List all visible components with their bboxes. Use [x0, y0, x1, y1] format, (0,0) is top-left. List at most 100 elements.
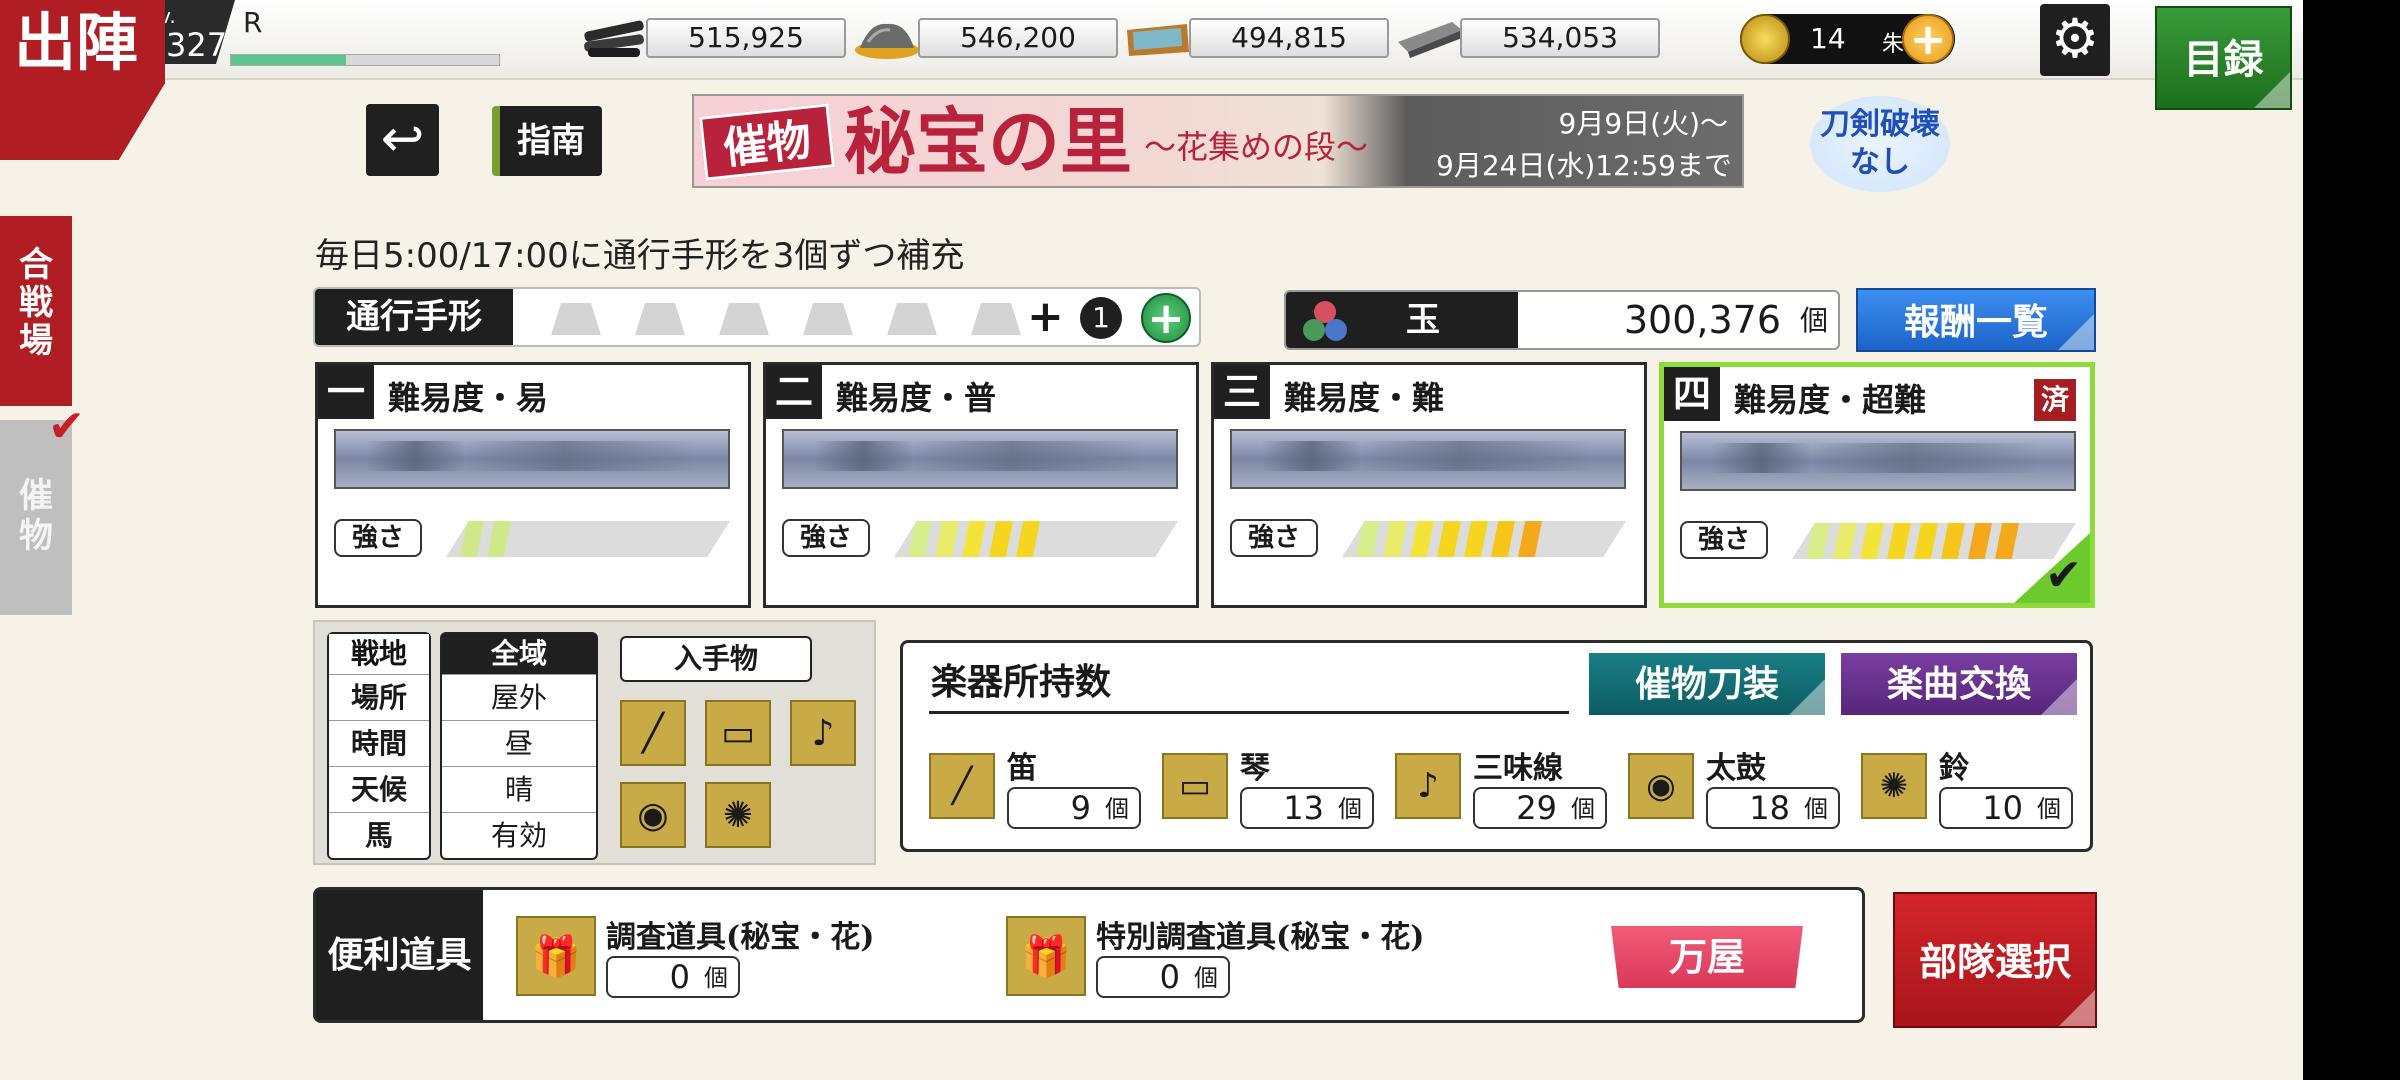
count-unit: 個 — [2037, 795, 2061, 823]
strength-segment — [908, 521, 932, 557]
count-unit: 個 — [1571, 795, 1595, 823]
difficulty-number: 一 — [318, 365, 374, 419]
strength-segment — [1464, 521, 1488, 557]
count-unit: 個 — [1804, 795, 1828, 823]
pass-bar: 通行手形 + 1 + — [313, 287, 1201, 347]
gem-unit: 個 — [1800, 304, 1829, 337]
difficulty-title: 難易度・難 — [1284, 379, 1445, 417]
plus-icon: + — [1027, 291, 1064, 342]
gem-label-box: 玉 — [1286, 292, 1518, 348]
field-label: 場所 — [329, 674, 429, 720]
no-sword-break-label: 刀剣破壊なし — [1820, 107, 1940, 180]
tab-event-label: 催物 — [19, 476, 53, 556]
resource-value: 546,200 — [918, 18, 1118, 58]
corner-decoration — [1789, 679, 1825, 715]
resource-value: 534,053 — [1460, 18, 1660, 58]
field-value: 有効 — [442, 812, 596, 858]
song-exchange-button[interactable]: 楽曲交換 — [1841, 653, 2077, 715]
catalog-button[interactable]: 目録 — [2155, 6, 2292, 110]
back-button[interactable]: ↩ — [366, 104, 439, 176]
strength-bar — [1342, 521, 1626, 557]
settings-gear-icon[interactable]: ⚙ — [2040, 4, 2110, 76]
guide-button[interactable]: 指南 — [492, 106, 602, 176]
difficulty-number: 三 — [1214, 365, 1270, 419]
squad-select-button[interactable]: 部隊選択 — [1893, 892, 2097, 1028]
strength-label: 強さ — [782, 519, 870, 557]
event-subtitle: 〜花集めの段〜 — [1144, 128, 1369, 166]
difficulty-title: 難易度・普 — [836, 379, 997, 417]
level-value: 327 — [166, 26, 228, 64]
difficulty-number: 二 — [766, 365, 822, 419]
shamisen-icon[interactable]: ♪ — [790, 700, 856, 766]
charcoal-icon — [584, 20, 644, 57]
event-tag: 催物 — [699, 103, 835, 181]
field-value: 晴 — [442, 766, 596, 812]
resource-value: 515,925 — [646, 18, 846, 58]
reward-list-button[interactable]: 報酬一覧 — [1856, 288, 2096, 352]
strength-segment — [1437, 521, 1461, 557]
event-date-start: 9月9日(火)〜 — [1558, 107, 1728, 140]
strength-segment — [1860, 523, 1884, 559]
taiko-icon[interactable]: ◉ — [620, 782, 686, 848]
strength-segment — [935, 521, 959, 557]
pass-slot-icon — [551, 303, 601, 335]
instrument-name: 琴 — [1240, 751, 1270, 786]
count-value: 0 — [669, 958, 690, 996]
tool-count: 0個 — [606, 956, 740, 998]
strength-segment — [1491, 521, 1515, 557]
shop-button[interactable]: 万屋 — [1611, 926, 1803, 988]
difficulty-card-hard[interactable]: 三 難易度・難 強さ — [1211, 362, 1647, 608]
resource-value: 494,815 — [1189, 18, 1389, 58]
bell-icon[interactable]: ✺ — [705, 782, 771, 848]
field-label: 馬 — [329, 812, 429, 858]
instrument-name: 笛 — [1007, 751, 1037, 786]
instrument-taiko: ◉ 太鼓 18 個 — [1628, 743, 1860, 833]
instrument-name: 三味線 — [1473, 751, 1563, 786]
pass-slot-icon — [803, 303, 853, 335]
flute-icon[interactable]: ╱ — [620, 700, 686, 766]
instrument-koto: ▭ 琴 13 個 — [1162, 743, 1394, 833]
corner-decoration — [2058, 314, 2094, 350]
difficulty-card-easy[interactable]: 一 難易度・易 強さ — [315, 362, 751, 608]
event-title: 秘宝の里 — [844, 99, 1133, 184]
difficulty-card-normal[interactable]: 二 難易度・普 強さ — [763, 362, 1199, 608]
event-equipment-button[interactable]: 催物刀装 — [1589, 653, 1825, 715]
landscape-image — [782, 429, 1178, 489]
difficulty-card-extreme[interactable]: 四 難易度・超難 済 強さ ✔ — [1659, 362, 2095, 608]
sortie-title: 出陣 — [0, 0, 165, 160]
strength-segment — [1995, 523, 2019, 559]
strength-segment — [1016, 521, 1040, 557]
strength-bar — [1792, 523, 2076, 559]
landscape-image — [334, 429, 730, 489]
obtainable-items-label: 入手物 — [620, 636, 812, 682]
strength-segment — [1941, 523, 1965, 559]
instrument-count: 9個 — [1007, 787, 1141, 829]
field-values: 全域 屋外 昼 晴 有効 — [440, 632, 598, 860]
tool-name: 調査道具(秘宝・花) — [606, 920, 875, 955]
gem-value: 300,376 — [1623, 298, 1781, 342]
event-equipment-label: 催物刀装 — [1634, 663, 1779, 705]
tools-label: 便利道具 — [316, 890, 483, 1020]
strength-segment — [460, 521, 484, 557]
add-pass-button[interactable]: + — [1141, 293, 1191, 343]
koto-icon: ▭ — [1162, 753, 1228, 819]
tab-battlefield[interactable]: 合戦場 — [0, 216, 72, 406]
koto-icon[interactable]: ▭ — [705, 700, 771, 766]
gold-coin-icon — [1740, 14, 1790, 64]
tools-bar: 便利道具 🎁 調査道具(秘宝・花) 0個 🎁 特別調査道具(秘宝・花) 0個 万… — [313, 887, 1865, 1023]
strength-segment — [1833, 523, 1857, 559]
count-unit: 個 — [1105, 795, 1129, 823]
strength-segment — [1518, 521, 1542, 557]
selected-check-icon: ✔ — [2045, 550, 2082, 601]
instrument-bell: ✺ 鈴 10 個 — [1861, 743, 2093, 833]
tab-battlefield-label: 合戦場 — [19, 245, 53, 361]
difficulty-number: 四 — [1664, 367, 1720, 421]
bell-icon: ✺ — [1861, 753, 1927, 819]
instrument-shamisen: ♪ 三味線 29 個 — [1395, 743, 1627, 833]
pass-slot-icon — [887, 303, 937, 335]
instrument-count: 18 個 — [1706, 787, 1840, 829]
event-banner[interactable]: 催物 秘宝の里 〜花集めの段〜 9月9日(火)〜 9月24日(水)12:59まで — [692, 94, 1744, 188]
field-label: 天候 — [329, 766, 429, 812]
checkmark-icon: ✔ — [48, 401, 85, 452]
add-currency-button[interactable]: + — [1902, 14, 1954, 64]
